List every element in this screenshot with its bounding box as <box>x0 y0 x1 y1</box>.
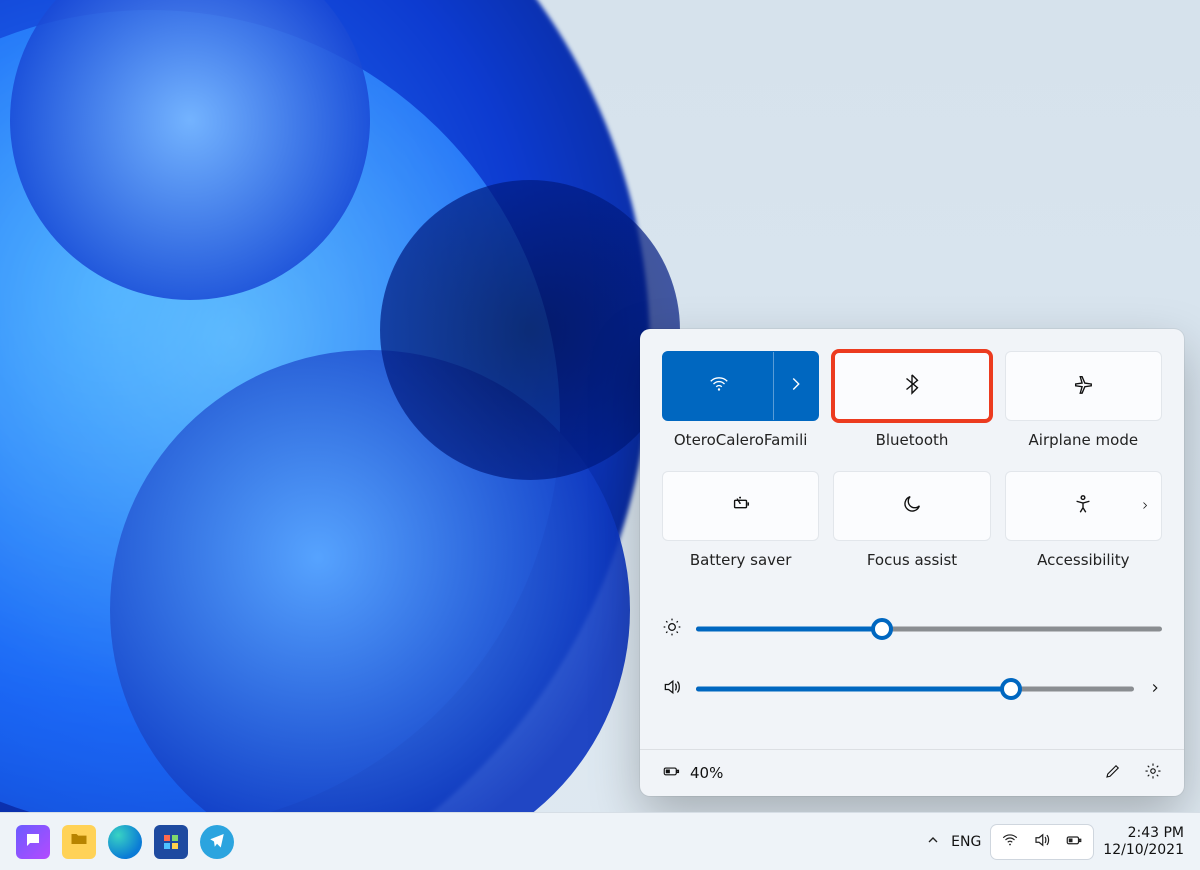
chevron-up-icon <box>925 833 941 852</box>
quick-settings-panel: OteroCaleroFamili Bluetooth Airplane mod… <box>640 329 1184 796</box>
battery-icon <box>1065 831 1083 853</box>
volume-icon <box>1033 831 1051 853</box>
tray-overflow-button[interactable] <box>925 832 941 852</box>
focus-assist-tile-label: Focus assist <box>833 551 990 569</box>
taskbar-pinned-apps <box>16 825 234 859</box>
clock-time: 2:43 PM <box>1103 825 1184 841</box>
airplane-mode-tile[interactable] <box>1005 351 1162 421</box>
brightness-row <box>662 607 1162 651</box>
battery-saver-tile[interactable] <box>662 471 819 541</box>
taskbar-app-telegram[interactable] <box>200 825 234 859</box>
bluetooth-tile[interactable] <box>833 351 990 421</box>
sliders-section <box>662 607 1162 743</box>
volume-icon <box>662 677 682 701</box>
battery-saver-tile-label: Battery saver <box>662 551 819 569</box>
volume-output-button[interactable] <box>1148 680 1162 699</box>
battery-status[interactable]: 40% <box>662 762 723 784</box>
battery-icon <box>662 762 680 784</box>
accessibility-expand-button[interactable] <box>1139 497 1151 516</box>
taskbar-app-store[interactable] <box>154 825 188 859</box>
airplane-icon <box>1072 373 1094 399</box>
gear-icon <box>1144 765 1162 784</box>
wifi-tile[interactable] <box>662 351 819 421</box>
volume-row <box>662 667 1162 711</box>
volume-slider[interactable] <box>696 677 1134 701</box>
brightness-slider[interactable] <box>696 617 1162 641</box>
brightness-icon <box>662 617 682 641</box>
language-indicator[interactable]: ENG <box>951 834 981 850</box>
chat-icon <box>24 830 42 854</box>
taskbar-app-edge[interactable] <box>108 825 142 859</box>
wifi-expand-button[interactable] <box>773 352 818 420</box>
pencil-icon <box>1104 765 1122 784</box>
edit-quick-settings-button[interactable] <box>1104 762 1122 784</box>
battery-saver-icon <box>730 493 752 519</box>
wifi-icon <box>1001 831 1019 853</box>
battery-percent-label: 40% <box>690 764 723 782</box>
chevron-right-icon <box>1148 680 1162 699</box>
quick-settings-tiles: OteroCaleroFamili Bluetooth Airplane mod… <box>662 351 1162 583</box>
telegram-icon <box>208 830 226 854</box>
moon-icon <box>901 493 923 519</box>
airplane-mode-tile-label: Airplane mode <box>1005 431 1162 449</box>
accessibility-tile[interactable] <box>1005 471 1162 541</box>
system-tray-status[interactable] <box>991 825 1093 859</box>
bluetooth-tile-label: Bluetooth <box>833 431 990 449</box>
taskbar: ENG 2:43 PM 12/10/2021 <box>0 812 1200 870</box>
wifi-icon <box>708 373 730 399</box>
taskbar-clock[interactable]: 2:43 PM 12/10/2021 <box>1103 825 1184 857</box>
taskbar-app-explorer[interactable] <box>62 825 96 859</box>
accessibility-icon <box>1072 493 1094 519</box>
chevron-right-icon <box>785 373 807 399</box>
wifi-tile-label: OteroCaleroFamili <box>662 431 819 449</box>
quick-settings-footer: 40% <box>640 749 1184 796</box>
folder-icon <box>69 829 89 854</box>
clock-date: 12/10/2021 <box>1103 842 1184 858</box>
taskbar-app-chat[interactable] <box>16 825 50 859</box>
settings-button[interactable] <box>1144 762 1162 784</box>
chevron-right-icon <box>1139 497 1151 516</box>
store-icon <box>164 835 178 849</box>
bluetooth-icon <box>901 373 923 399</box>
accessibility-tile-label: Accessibility <box>1005 551 1162 569</box>
focus-assist-tile[interactable] <box>833 471 990 541</box>
